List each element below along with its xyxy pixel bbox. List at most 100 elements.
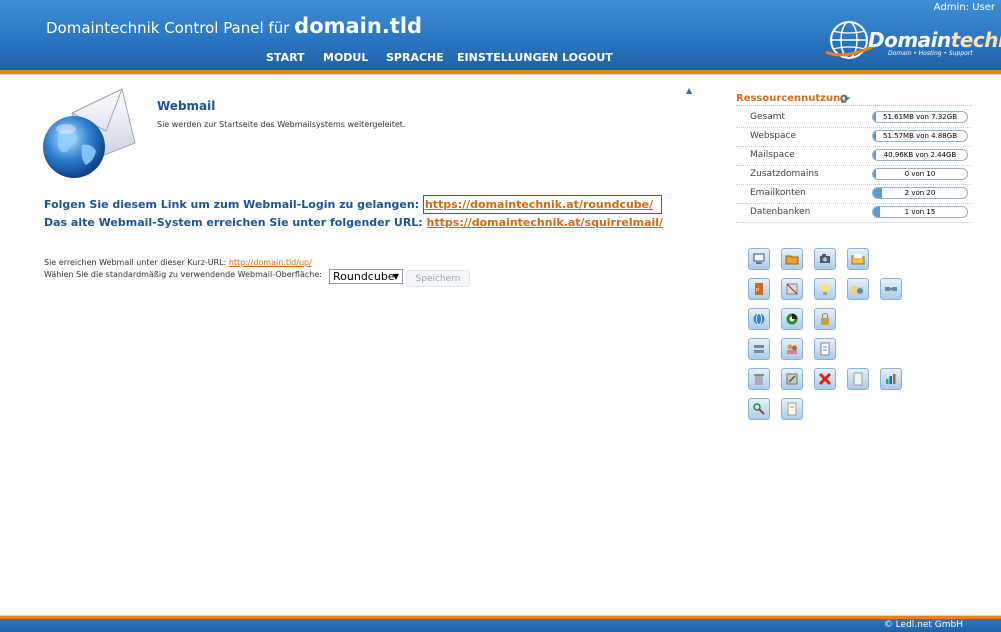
- nav-start[interactable]: START: [266, 51, 305, 64]
- color-wheel-button[interactable]: [781, 308, 803, 330]
- computer-button[interactable]: [748, 248, 770, 270]
- resource-value: 0 von 10: [904, 170, 936, 178]
- app-title: Domaintechnik Control Panel für domain.t…: [46, 14, 422, 38]
- lightbulb-button[interactable]: [814, 278, 836, 300]
- refresh-icon[interactable]: ⟳: [840, 92, 850, 106]
- lock-button[interactable]: [814, 308, 836, 330]
- people-button[interactable]: [781, 338, 803, 360]
- domaintechnik-logo[interactable]: Domaintechnik Domain • Hosting • Support: [824, 16, 1001, 64]
- resources-title: Ressourcennutzung: [736, 93, 848, 104]
- color-wheel-icon: [786, 313, 798, 325]
- network-button[interactable]: [880, 278, 902, 300]
- resource-value: 1 von 15: [904, 208, 936, 216]
- document-icon: [820, 342, 830, 356]
- nav-einstellungen[interactable]: EINSTELLUNGEN: [457, 51, 558, 64]
- camera-icon: [820, 254, 830, 263]
- short-url-line: Sie erreichen Webmail unter dieser Kurz-…: [44, 258, 312, 267]
- open-folder-icon: [851, 254, 865, 265]
- camera-button[interactable]: [814, 248, 836, 270]
- page-button[interactable]: [847, 368, 869, 390]
- webmail-icon: [40, 85, 136, 185]
- open-folder-button[interactable]: [847, 248, 869, 270]
- resource-progress-bar: 2 von 20: [872, 187, 968, 199]
- resource-label: Zusatzdomains: [750, 169, 819, 179]
- nav-logout[interactable]: LOGOUT: [562, 51, 613, 64]
- bar-chart-button[interactable]: [880, 368, 902, 390]
- pdf-icon: P: [755, 283, 763, 295]
- resource-row: Gesamt 51.61MB von 7.32GB: [736, 108, 972, 128]
- bar-chart-icon: [886, 374, 896, 384]
- resource-label: Emailkonten: [750, 188, 806, 198]
- network-icon: [885, 287, 897, 291]
- nav-sprache[interactable]: SPRACHE: [386, 51, 444, 64]
- tools-icon: [786, 373, 798, 385]
- save-button[interactable]: Speichern: [406, 270, 470, 287]
- trash-button[interactable]: [748, 368, 770, 390]
- resource-progress-bar: 40.96KB von 2.44GB: [872, 149, 968, 161]
- roundcube-link[interactable]: https://domaintechnik.at/roundcube/: [422, 195, 663, 214]
- header-bar: Domaintechnik Control Panel für domain.t…: [0, 0, 1001, 70]
- app-title-domain: domain.tld: [294, 14, 423, 38]
- resource-row: Webspace 51.57MB von 4.88GB: [736, 127, 972, 147]
- short-url-link[interactable]: http://domain.tld/up/: [229, 258, 312, 267]
- lightbulb-icon: [821, 284, 829, 295]
- resource-progress-bar: 51.61MB von 7.32GB: [872, 111, 968, 123]
- folder-icon: [785, 255, 799, 265]
- resource-progress-bar: 0 von 10: [872, 168, 968, 180]
- squirrelmail-link[interactable]: https://domaintechnik.at/squirrelmail/: [427, 216, 664, 229]
- page-title: Webmail: [157, 99, 216, 113]
- webmail-ui-select[interactable]: Roundcube ▼: [329, 269, 403, 284]
- resource-label: Webspace: [750, 131, 797, 141]
- folder-button[interactable]: [781, 248, 803, 270]
- computer-icon: [753, 253, 765, 264]
- search-users-icon: [753, 403, 765, 415]
- scroll-up-icon[interactable]: ▲: [686, 86, 692, 95]
- svg-text:P: P: [756, 288, 759, 294]
- search-users-button[interactable]: [748, 398, 770, 420]
- page-description: Sie werden zur Startseite des Webmailsys…: [157, 120, 406, 129]
- servers-button[interactable]: [748, 338, 770, 360]
- globe-button[interactable]: [748, 308, 770, 330]
- resource-label: Gesamt: [750, 112, 786, 122]
- tools-button[interactable]: [781, 368, 803, 390]
- no-image-button[interactable]: [781, 278, 803, 300]
- roundcube-prompt: Folgen Sie diesem Link um zum Webmail-Lo…: [44, 198, 420, 211]
- delete-x-button[interactable]: [814, 368, 836, 390]
- servers-icon: [754, 345, 764, 353]
- globe-icon: [753, 313, 765, 325]
- squirrelmail-line: Das alte Webmail-System erreichen Sie un…: [44, 216, 663, 229]
- resource-value: 2 von 20: [904, 189, 936, 197]
- resource-progress-bar: 51.57MB von 4.88GB: [872, 130, 968, 142]
- resource-progress-bar: 1 von 15: [872, 206, 968, 218]
- no-image-icon: [786, 283, 798, 295]
- squirrelmail-prompt: Das alte Webmail-System erreichen Sie un…: [44, 216, 423, 229]
- resource-value: 40.96KB von 2.44GB: [883, 151, 957, 159]
- resource-value: 51.61MB von 7.32GB: [882, 113, 957, 121]
- app-title-prefix: Domaintechnik Control Panel für: [46, 19, 290, 37]
- page-icon: [853, 372, 863, 386]
- default-ui-text: Wählen Sie die standardmäßig zu verwende…: [44, 270, 322, 279]
- logo-tagline: Domain • Hosting • Support: [888, 50, 973, 57]
- resource-row: Mailspace 40.96KB von 2.44GB: [736, 146, 972, 166]
- resource-value: 51.57MB von 4.88GB: [882, 132, 957, 140]
- copyright: © Ledl.net GmbH: [883, 620, 963, 630]
- admin-user-label: Admin: User: [933, 2, 995, 13]
- delete-x-icon: [818, 372, 832, 386]
- trash-icon: [754, 374, 764, 385]
- notes-icon: [787, 402, 797, 416]
- logo-wordmark: Domaintechnik: [868, 28, 1001, 52]
- dropdown-arrow-icon: ▼: [392, 272, 399, 281]
- short-url-text: Sie erreichen Webmail unter dieser Kurz-…: [44, 258, 227, 267]
- resource-label: Datenbanken: [750, 207, 811, 217]
- document-button[interactable]: [814, 338, 836, 360]
- notes-button[interactable]: [781, 398, 803, 420]
- pdf-button[interactable]: P: [748, 278, 770, 300]
- folder-globe-button[interactable]: [847, 278, 869, 300]
- roundcube-line: Folgen Sie diesem Link um zum Webmail-Lo…: [44, 195, 663, 214]
- resource-row: Emailkonten 2 von 20: [736, 184, 972, 204]
- resource-label: Mailspace: [750, 150, 795, 160]
- nav-modul[interactable]: MODUL: [323, 51, 368, 64]
- header-divider: [0, 74, 1001, 75]
- resource-row: Zusatzdomains 0 von 10: [736, 165, 972, 185]
- resource-row: Datenbanken 1 von 15: [736, 203, 972, 223]
